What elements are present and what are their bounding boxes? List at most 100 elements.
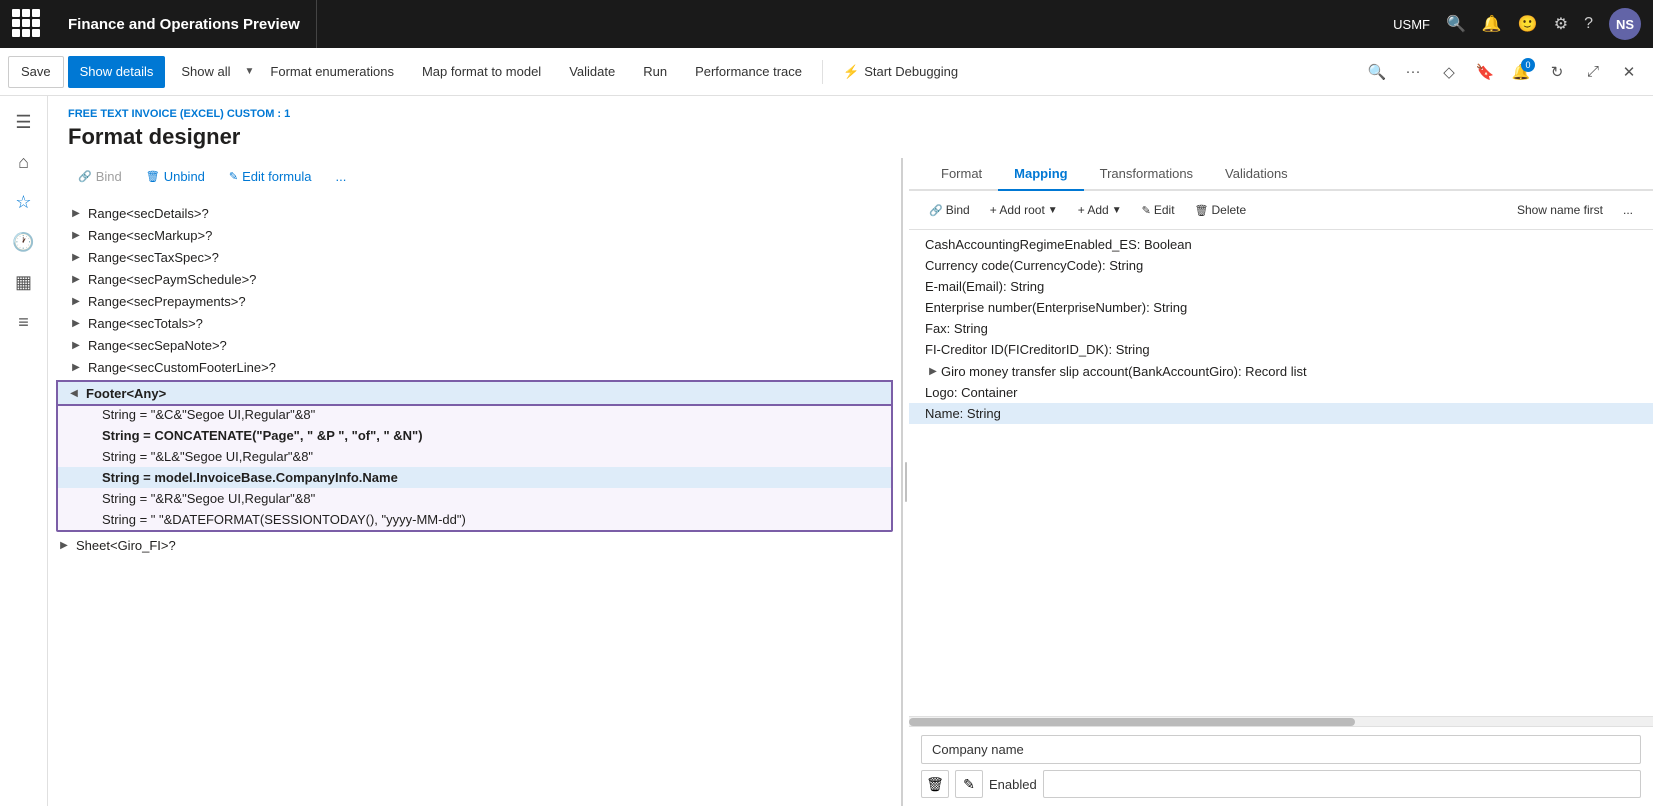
map-edit-button[interactable]: ✎ Edit	[1134, 197, 1183, 223]
notification-icon[interactable]: 🔔	[1482, 14, 1502, 34]
start-debugging-button[interactable]: ⚡ Start Debugging	[831, 56, 970, 88]
tree-item-str6[interactable]: String = " "&DATEFORMAT(SESSIONTODAY(), …	[58, 509, 891, 530]
tab-validations[interactable]: Validations	[1209, 158, 1304, 191]
map-item-email[interactable]: E-mail(Email): String	[909, 276, 1653, 297]
tree-toggle-secMarkup[interactable]: ▶	[68, 227, 84, 243]
tree-item-secTotals[interactable]: ▶ Range<secTotals>?	[48, 312, 901, 334]
tree-toggle-secPaymSchedule[interactable]: ▶	[68, 271, 84, 287]
page-title: Format designer	[68, 124, 1633, 150]
detail-delete-button[interactable]: 🗑	[921, 770, 949, 798]
toolbar-popout-icon[interactable]: ⤢	[1577, 56, 1609, 88]
format-more-button[interactable]: ...	[326, 162, 357, 190]
tree-item-str5[interactable]: String = "&R&"Segoe UI,Regular"&8"	[58, 488, 891, 509]
tree-toggle-secDetails[interactable]: ▶	[68, 205, 84, 221]
horizontal-scrollbar-thumb[interactable]	[909, 718, 1355, 726]
map-item-enterpriseNumber[interactable]: Enterprise number(EnterpriseNumber): Str…	[909, 297, 1653, 318]
edit-formula-button[interactable]: ✎ Edit formula	[219, 162, 322, 190]
tree-toggle-giro[interactable]: ▶	[925, 363, 941, 379]
tree-item-footerAny[interactable]: ◀ Footer<Any>	[58, 382, 891, 404]
map-add-button[interactable]: + Add ▼	[1070, 197, 1130, 223]
mapping-detail-actions: 🗑 ✎ Enabled	[921, 770, 1641, 798]
avatar[interactable]: NS	[1609, 8, 1641, 40]
map-format-to-model-button[interactable]: Map format to model	[410, 56, 553, 88]
smiley-icon[interactable]: 🙂	[1518, 14, 1538, 34]
toolbar-refresh-icon[interactable]: ↻	[1541, 56, 1573, 88]
tree-toggle-footerAny[interactable]: ◀	[66, 385, 82, 401]
search-icon[interactable]: 🔍	[1446, 14, 1466, 34]
tree-item-str3[interactable]: String = "&L&"Segoe UI,Regular"&8"	[58, 446, 891, 467]
run-button[interactable]: Run	[631, 56, 679, 88]
show-details-button[interactable]: Show details	[68, 56, 166, 88]
tree-item-str2[interactable]: String = CONCATENATE("Page", " &P ", "of…	[58, 425, 891, 446]
map-item-fax[interactable]: Fax: String	[909, 318, 1653, 339]
format-enumerations-button[interactable]: Format enumerations	[258, 56, 406, 88]
tree-item-secPrepayments[interactable]: ▶ Range<secPrepayments>?	[48, 290, 901, 312]
sidebar-recent-icon[interactable]: 🕐	[6, 224, 42, 260]
tree-item-secMarkup[interactable]: ▶ Range<secMarkup>?	[48, 224, 901, 246]
show-all-dropdown[interactable]: Show all ▼	[169, 56, 254, 88]
tree-toggle-secTaxSpec[interactable]: ▶	[68, 249, 84, 265]
map-item-cashAccounting[interactable]: CashAccountingRegimeEnabled_ES: Boolean	[909, 234, 1653, 255]
tree-toggle-sheetGiroFI[interactable]: ▶	[56, 537, 72, 553]
map-bind-button[interactable]: 🔗 Bind	[921, 197, 978, 223]
map-item-name[interactable]: Name: String	[909, 403, 1653, 424]
sidebar-workspaces-icon[interactable]: ▦	[6, 264, 42, 300]
tree-toggle-secSepaNote[interactable]: ▶	[68, 337, 84, 353]
bind-button[interactable]: 🔗 Bind	[68, 162, 132, 190]
tree-item-secDetails[interactable]: ▶ Range<secDetails>?	[48, 202, 901, 224]
save-button[interactable]: Save	[8, 56, 64, 88]
toolbar-close-icon[interactable]: ✕	[1613, 56, 1645, 88]
tree-item-sheetGiroFI[interactable]: ▶ Sheet<Giro_FI>?	[48, 534, 901, 556]
unbind-button[interactable]: 🗑 Unbind	[136, 162, 215, 190]
toolbar-badge-icon[interactable]: 0 🔔	[1505, 56, 1537, 88]
tab-transformations[interactable]: Transformations	[1084, 158, 1209, 191]
sidebar-hamburger-icon[interactable]: ☰	[6, 104, 42, 140]
toolbar-diamond-icon[interactable]: ◇	[1433, 56, 1465, 88]
resize-handle[interactable]	[903, 158, 909, 806]
tree-item-secTaxSpec[interactable]: ▶ Range<secTaxSpec>?	[48, 246, 901, 268]
format-tree-panel: 🔗 Bind 🗑 Unbind ✎ Edit formula ...	[48, 158, 903, 806]
validate-button[interactable]: Validate	[557, 56, 627, 88]
show-all-button[interactable]: Show all	[169, 56, 242, 88]
sidebar-favorites-icon[interactable]: ☆	[6, 184, 42, 220]
horizontal-scrollbar[interactable]	[909, 716, 1653, 726]
mapping-tree[interactable]: CashAccountingRegimeEnabled_ES: Boolean …	[909, 230, 1653, 716]
mapping-tabs: Format Mapping Transformations Validatio…	[909, 158, 1653, 191]
tree-toggle-secCustomFooterLine[interactable]: ▶	[68, 359, 84, 375]
detail-edit-button[interactable]: ✎	[955, 770, 983, 798]
tree-item-secPaymSchedule[interactable]: ▶ Range<secPaymSchedule>?	[48, 268, 901, 290]
page-header: FREE TEXT INVOICE (EXCEL) CUSTOM : 1 For…	[48, 96, 1653, 158]
help-icon[interactable]: ?	[1584, 15, 1593, 33]
main-toolbar: Save Show details Show all ▼ Format enum…	[0, 48, 1653, 96]
tree-item-secCustomFooterLine[interactable]: ▶ Range<secCustomFooterLine>?	[48, 356, 901, 378]
mapping-panel: Format Mapping Transformations Validatio…	[909, 158, 1653, 806]
map-item-giro[interactable]: ▶ Giro money transfer slip account(BankA…	[909, 360, 1653, 382]
tree-toggle-secTotals[interactable]: ▶	[68, 315, 84, 331]
tab-mapping[interactable]: Mapping	[998, 158, 1083, 191]
performance-trace-button[interactable]: Performance trace	[683, 56, 814, 88]
toolbar-bookmark-icon[interactable]: 🔖	[1469, 56, 1501, 88]
tree-item-str4[interactable]: String = model.InvoiceBase.CompanyInfo.N…	[58, 467, 891, 488]
app-grid-icon[interactable]	[12, 9, 42, 39]
tree-item-str1[interactable]: String = "&C&"Segoe UI,Regular"&8"	[58, 404, 891, 425]
toolbar-search-icon[interactable]: 🔍	[1361, 56, 1393, 88]
company-name-input[interactable]	[921, 735, 1641, 764]
mapping-toolbar: 🔗 Bind + Add root ▼ + Add ▼ ✎ Edit	[909, 191, 1653, 230]
map-show-name-first-button[interactable]: Show name first	[1509, 197, 1611, 223]
map-item-logo[interactable]: Logo: Container	[909, 382, 1653, 403]
sidebar-list-icon[interactable]: ≡	[6, 304, 42, 340]
format-tree-scroll[interactable]: ▶ Range<secDetails>? ▶ Range<secMarkup>?…	[48, 198, 901, 806]
map-more-button[interactable]: ...	[1615, 197, 1641, 223]
left-sidebar: ☰ ⌂ ☆ 🕐 ▦ ≡	[0, 96, 48, 806]
toolbar-more-icon[interactable]: ···	[1397, 56, 1429, 88]
tree-item-secSepaNote[interactable]: ▶ Range<secSepaNote>?	[48, 334, 901, 356]
map-add-root-button[interactable]: + Add root ▼	[982, 197, 1066, 223]
sidebar-home-icon[interactable]: ⌂	[6, 144, 42, 180]
map-delete-button[interactable]: 🗑 Delete	[1187, 197, 1255, 223]
enabled-input[interactable]	[1043, 770, 1641, 798]
settings-icon[interactable]: ⚙	[1554, 14, 1568, 34]
map-item-currencyCode[interactable]: Currency code(CurrencyCode): String	[909, 255, 1653, 276]
map-item-fiCreditor[interactable]: FI-Creditor ID(FICreditorID_DK): String	[909, 339, 1653, 360]
tree-toggle-secPrepayments[interactable]: ▶	[68, 293, 84, 309]
tab-format[interactable]: Format	[925, 158, 998, 191]
